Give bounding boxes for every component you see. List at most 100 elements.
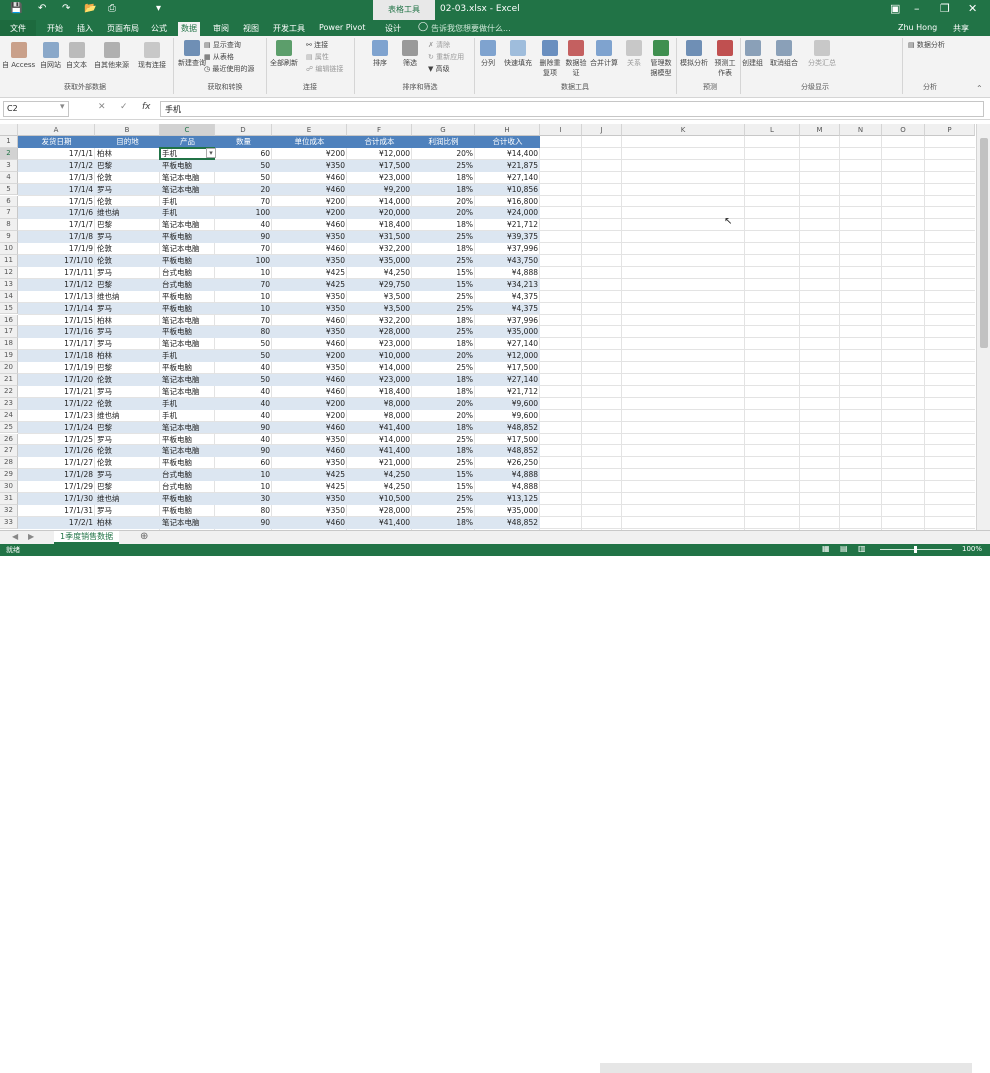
table-cell[interactable]: 60 — [215, 148, 272, 160]
table-cell[interactable]: 笔记本电脑 — [160, 315, 215, 327]
row-header[interactable]: 2 — [0, 147, 18, 160]
table-cell[interactable]: 平板电脑 — [160, 326, 215, 339]
row-header[interactable]: 29 — [0, 469, 18, 482]
column-header-M[interactable]: M — [800, 124, 840, 136]
table-cell[interactable]: ¥12,000 — [347, 148, 412, 160]
table-cell[interactable]: ¥23,000 — [347, 172, 412, 184]
table-cell[interactable]: ¥350 — [272, 231, 347, 244]
table-cell[interactable]: 17/1/22 — [18, 397, 95, 410]
tab-design[interactable]: 设计 — [382, 22, 404, 35]
row-header[interactable]: 9 — [0, 231, 18, 244]
table-cell[interactable]: 30 — [215, 493, 272, 505]
table-cell[interactable]: 17/1/6 — [18, 207, 95, 220]
table-cell[interactable]: 笔记本电脑 — [160, 172, 215, 184]
customize-icon[interactable]: ▾ — [156, 3, 161, 14]
page-break-view-icon[interactable]: ▥ — [858, 544, 866, 553]
zoom-level[interactable]: 100% — [962, 545, 982, 553]
existing-connections-button[interactable]: 现有连接 — [138, 42, 166, 70]
table-cell[interactable]: ¥425 — [272, 469, 347, 482]
table-cell[interactable]: 70 — [215, 243, 272, 255]
row-header[interactable]: 31 — [0, 493, 18, 505]
table-cell[interactable]: ¥39,375 — [475, 231, 540, 244]
table-cell[interactable]: 40 — [215, 397, 272, 410]
table-cell[interactable]: 平板电脑 — [160, 505, 215, 517]
refresh-all-button[interactable]: 全部刷新 — [270, 40, 298, 68]
table-header-cell[interactable]: 产品 — [160, 136, 215, 148]
column-header-K[interactable]: K — [622, 124, 745, 136]
table-cell[interactable]: 40 — [215, 386, 272, 398]
row-header[interactable]: 15 — [0, 302, 18, 315]
undo-icon[interactable]: ↶ — [38, 3, 46, 14]
row-header[interactable]: 24 — [0, 409, 18, 422]
table-cell[interactable]: 平板电脑 — [160, 434, 215, 446]
table-cell[interactable]: ¥23,000 — [347, 338, 412, 350]
table-cell[interactable]: ¥37,996 — [475, 315, 540, 327]
table-cell[interactable]: 18% — [412, 516, 475, 529]
remove-duplicates-button[interactable]: 删除重复项 — [538, 40, 562, 78]
table-cell[interactable]: 17/1/10 — [18, 255, 95, 267]
table-cell[interactable]: 10 — [215, 267, 272, 279]
table-cell[interactable]: ¥27,140 — [475, 172, 540, 184]
table-cell[interactable]: 17/1/30 — [18, 493, 95, 505]
table-cell[interactable]: ¥200 — [272, 410, 347, 422]
table-cell[interactable]: ¥14,000 — [347, 196, 412, 208]
row-header[interactable]: 14 — [0, 290, 18, 303]
table-cell[interactable]: 伦敦 — [95, 457, 160, 469]
normal-view-icon[interactable]: ▦ — [822, 544, 830, 553]
table-cell[interactable]: 手机 — [160, 207, 215, 220]
table-cell[interactable]: 伦敦 — [95, 374, 160, 386]
table-cell[interactable]: ¥32,200 — [347, 243, 412, 255]
table-cell[interactable]: 50 — [215, 374, 272, 386]
open-icon[interactable]: 📂 — [84, 3, 96, 14]
column-header-J[interactable]: J — [582, 124, 622, 136]
table-header-cell[interactable]: 单位成本 — [272, 136, 347, 148]
table-cell[interactable]: ¥460 — [272, 243, 347, 255]
table-cell[interactable]: 17/1/3 — [18, 172, 95, 184]
formula-input[interactable]: 手机 — [160, 101, 984, 117]
table-cell[interactable]: 巴黎 — [95, 481, 160, 493]
table-cell[interactable]: 90 — [215, 231, 272, 244]
column-header-G[interactable]: G — [412, 124, 475, 136]
select-all-corner[interactable] — [0, 124, 18, 136]
table-cell[interactable]: ¥4,888 — [475, 481, 540, 493]
column-header-O[interactable]: O — [882, 124, 925, 136]
table-cell[interactable]: 笔记本电脑 — [160, 421, 215, 434]
table-cell[interactable]: 70 — [215, 196, 272, 208]
table-cell[interactable]: ¥35,000 — [475, 505, 540, 517]
row-header[interactable]: 27 — [0, 445, 18, 458]
enter-icon[interactable]: ✓ — [120, 102, 128, 112]
table-cell[interactable]: ¥4,250 — [347, 469, 412, 482]
tab-page-layout[interactable]: 页面布局 — [104, 22, 142, 35]
add-sheet-icon[interactable]: ⊕ — [140, 531, 148, 542]
table-cell[interactable]: 18% — [412, 219, 475, 231]
show-queries-button[interactable]: ▤ 显示查询 — [204, 40, 241, 50]
table-cell[interactable]: ¥425 — [272, 481, 347, 493]
table-cell[interactable]: 70 — [215, 315, 272, 327]
table-cell[interactable]: ¥31,500 — [347, 231, 412, 244]
text-to-columns-button[interactable]: 分列 — [480, 40, 496, 68]
table-cell[interactable]: 90 — [215, 421, 272, 434]
row-header[interactable]: 19 — [0, 350, 18, 363]
table-cell[interactable]: ¥35,000 — [475, 326, 540, 339]
save-icon[interactable]: 💾 — [10, 3, 22, 14]
table-cell[interactable]: 25% — [412, 159, 475, 172]
table-cell[interactable]: 10 — [215, 481, 272, 493]
table-cell[interactable]: 10 — [215, 291, 272, 303]
table-header-cell[interactable]: 合计成本 — [347, 136, 412, 148]
row-header[interactable]: 26 — [0, 433, 18, 446]
table-cell[interactable]: 90 — [215, 516, 272, 529]
table-cell[interactable]: ¥350 — [272, 326, 347, 339]
table-cell[interactable]: 手机 — [160, 397, 215, 410]
table-cell[interactable]: ¥350 — [272, 362, 347, 374]
table-cell[interactable]: 15% — [412, 481, 475, 493]
table-cell[interactable]: 罗马 — [95, 267, 160, 279]
table-cell[interactable]: ¥8,000 — [347, 397, 412, 410]
table-cell[interactable]: 17/2/1 — [18, 516, 95, 529]
table-cell[interactable]: ¥27,140 — [475, 374, 540, 386]
filter-button[interactable]: 筛选 — [402, 40, 418, 68]
table-cell[interactable]: ¥14,400 — [475, 148, 540, 160]
row-header[interactable]: 18 — [0, 338, 18, 351]
table-cell[interactable]: 25% — [412, 457, 475, 469]
table-cell[interactable]: 25% — [412, 493, 475, 505]
table-header-cell[interactable]: 目的地 — [95, 136, 160, 148]
